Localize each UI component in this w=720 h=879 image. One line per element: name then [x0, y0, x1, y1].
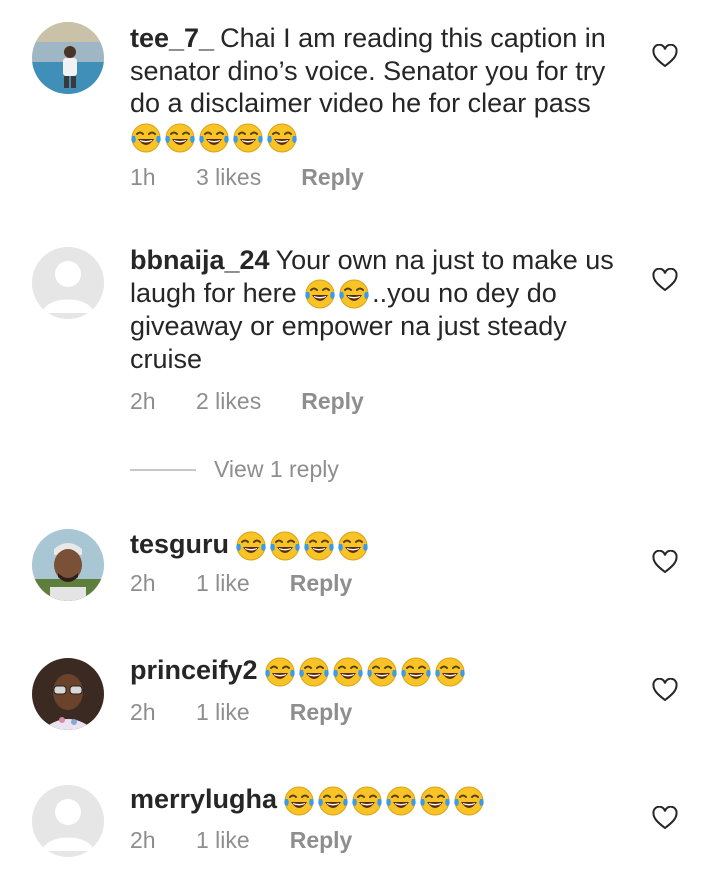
comment-likes[interactable]: 1 like — [196, 570, 250, 597]
face-with-tears-of-joy-icon — [266, 122, 298, 154]
like-button[interactable] — [652, 550, 678, 574]
user-photo-icon — [32, 22, 104, 94]
face-with-tears-of-joy-icon — [235, 530, 267, 562]
comment-likes[interactable]: 1 like — [196, 827, 250, 854]
face-with-tears-of-joy-icon — [419, 785, 451, 817]
heart-icon — [652, 806, 678, 830]
reply-button[interactable]: Reply — [290, 570, 353, 597]
comment-username[interactable]: tesguru — [130, 529, 229, 559]
like-button[interactable] — [652, 268, 678, 292]
default-avatar-icon — [32, 785, 104, 857]
like-button[interactable] — [652, 678, 678, 702]
face-with-tears-of-joy-icon — [269, 530, 301, 562]
face-with-tears-of-joy-icon — [400, 656, 432, 688]
heart-icon — [652, 678, 678, 702]
comment-meta: 1h 3 likes Reply — [130, 164, 364, 191]
face-with-tears-of-joy-icon — [303, 530, 335, 562]
face-with-tears-of-joy-icon — [304, 278, 336, 310]
reply-button[interactable]: Reply — [301, 164, 364, 191]
reply-button[interactable]: Reply — [290, 827, 353, 854]
avatar[interactable] — [32, 785, 104, 857]
comment-time: 2h — [130, 827, 156, 853]
comment-time: 2h — [130, 388, 156, 414]
face-with-tears-of-joy-icon — [317, 785, 349, 817]
comment-time: 1h — [130, 164, 156, 190]
comment-username[interactable]: bbnaija_24 — [130, 245, 270, 275]
face-with-tears-of-joy-icon — [332, 656, 364, 688]
face-with-tears-of-joy-icon — [351, 785, 383, 817]
reply-button[interactable]: Reply — [290, 699, 353, 726]
like-button[interactable] — [652, 44, 678, 68]
default-avatar-icon — [32, 247, 104, 319]
face-with-tears-of-joy-icon — [385, 785, 417, 817]
comment-username[interactable]: tee_7_ — [130, 23, 214, 53]
view-replies-label[interactable]: View 1 reply — [214, 456, 339, 483]
face-with-tears-of-joy-icon — [338, 278, 370, 310]
user-photo-icon — [32, 658, 104, 730]
comment-text: bbnaija_24 Your own na just to make us la… — [130, 244, 630, 375]
comment-text: tee_7_ Chai I am reading this caption in … — [130, 22, 630, 154]
face-with-tears-of-joy-icon — [264, 656, 296, 688]
comment-likes[interactable]: 1 like — [196, 699, 250, 726]
face-with-tears-of-joy-icon — [298, 656, 330, 688]
comment-time: 2h — [130, 699, 156, 725]
avatar[interactable] — [32, 658, 104, 730]
face-with-tears-of-joy-icon — [337, 530, 369, 562]
comment-text: princeify2 — [130, 654, 630, 688]
face-with-tears-of-joy-icon — [434, 656, 466, 688]
emoji-group — [264, 656, 468, 688]
face-with-tears-of-joy-icon — [130, 122, 162, 154]
comment-text: tesguru — [130, 528, 630, 562]
comment-meta: 2h 2 likes Reply — [130, 388, 364, 415]
face-with-tears-of-joy-icon — [366, 656, 398, 688]
view-replies[interactable]: View 1 reply — [130, 456, 339, 483]
comment-meta: 2h 1 like Reply — [130, 570, 352, 597]
face-with-tears-of-joy-icon — [198, 122, 230, 154]
heart-icon — [652, 44, 678, 68]
comment-likes[interactable]: 2 likes — [196, 388, 261, 415]
comment-meta: 2h 1 like Reply — [130, 699, 352, 726]
view-replies-divider — [130, 468, 196, 471]
emoji-group — [130, 122, 300, 154]
user-photo-icon — [32, 529, 104, 601]
like-button[interactable] — [652, 806, 678, 830]
avatar[interactable] — [32, 529, 104, 601]
face-with-tears-of-joy-icon — [232, 122, 264, 154]
face-with-tears-of-joy-icon — [164, 122, 196, 154]
comment-meta: 2h 1 like Reply — [130, 827, 352, 854]
emoji-group — [304, 278, 372, 310]
emoji-group — [283, 785, 487, 817]
avatar[interactable] — [32, 22, 104, 94]
comment-username[interactable]: merrylugha — [130, 784, 277, 814]
face-with-tears-of-joy-icon — [283, 785, 315, 817]
comment-time: 2h — [130, 570, 156, 596]
comment-likes[interactable]: 3 likes — [196, 164, 261, 191]
heart-icon — [652, 268, 678, 292]
heart-icon — [652, 550, 678, 574]
comment-text: merrylugha — [130, 783, 630, 817]
face-with-tears-of-joy-icon — [453, 785, 485, 817]
reply-button[interactable]: Reply — [301, 388, 364, 415]
emoji-group — [235, 530, 371, 562]
avatar[interactable] — [32, 247, 104, 319]
comment-username[interactable]: princeify2 — [130, 655, 258, 685]
